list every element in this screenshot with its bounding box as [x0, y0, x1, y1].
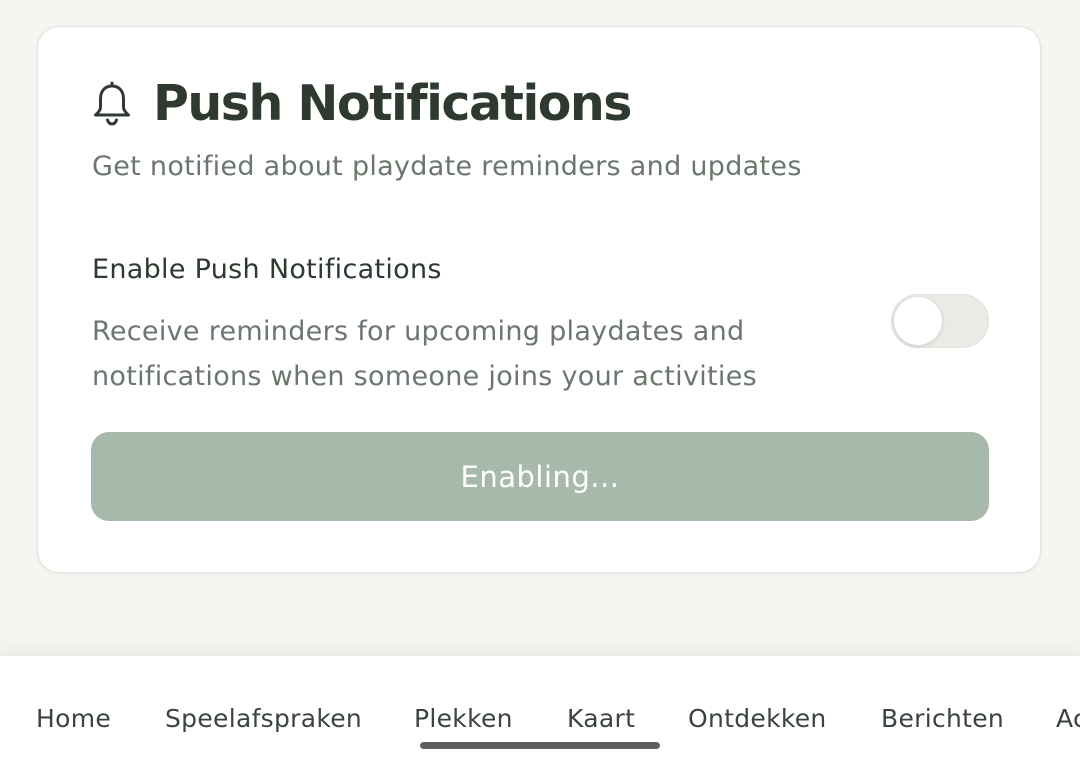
nav-scroll-indicator[interactable]: [420, 742, 660, 749]
nav-item-partial[interactable]: Ac: [1056, 704, 1080, 733]
card-header: Push Notifications: [92, 75, 632, 132]
nav-item-berichten[interactable]: Berichten: [881, 704, 1004, 733]
setting-description: Receive reminders for upcoming playdates…: [92, 316, 758, 392]
card-subtitle: Get notified about playdate reminders an…: [92, 151, 802, 182]
bottom-navigation: Home Speelafspraken Plekken Kaart Ontdek…: [0, 656, 1080, 772]
toggle-knob: [894, 297, 942, 345]
push-notifications-card: Push Notifications Get notified about pl…: [37, 26, 1041, 573]
enable-notifications-button[interactable]: Enabling...: [91, 432, 989, 521]
push-notifications-toggle[interactable]: [891, 294, 989, 348]
setting-label: Enable Push Notifications: [92, 254, 442, 285]
nav-item-home[interactable]: Home: [36, 704, 111, 733]
nav-item-speelafspraken[interactable]: Speelafspraken: [165, 704, 362, 733]
nav-item-kaart[interactable]: Kaart: [567, 704, 635, 733]
bell-icon: [92, 81, 132, 127]
nav-item-ontdekken[interactable]: Ontdekken: [688, 704, 827, 733]
card-title: Push Notifications: [153, 75, 632, 132]
nav-item-plekken[interactable]: Plekken: [414, 704, 513, 733]
